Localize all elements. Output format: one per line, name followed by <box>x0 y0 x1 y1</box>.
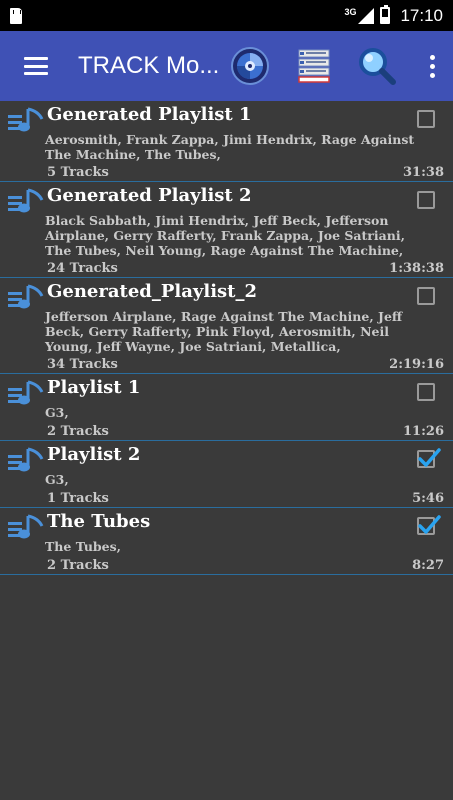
sd-card-icon <box>10 7 22 24</box>
playlist-row-playlist-2[interactable]: Playlist 2 G3, 1 Tracks 5:46 <box>0 441 453 508</box>
playlist-music-icon <box>8 107 44 132</box>
playlist-title: Playlist 1 <box>47 377 141 398</box>
more-vert-icon[interactable] <box>424 54 441 78</box>
network-type: 3G <box>344 6 357 17</box>
playlist-checkbox[interactable] <box>417 110 435 128</box>
playlist-track-count: 2 Tracks <box>47 424 109 439</box>
playlist-title: Generated Playlist 1 <box>47 104 252 125</box>
playlist-track-count: 2 Tracks <box>47 558 109 573</box>
battery-icon <box>380 5 391 24</box>
playlist-row-generated-playlist-2[interactable]: Generated Playlist 2 Black Sabbath, Jimi… <box>0 182 453 278</box>
playlist-track-count: 24 Tracks <box>47 261 118 276</box>
playlist-row-generated-playlist-2b[interactable]: Generated_Playlist_2 Jefferson Airplane,… <box>0 278 453 374</box>
status-clock: 17:10 <box>400 5 443 25</box>
playlist-icon[interactable] <box>297 48 331 84</box>
playlist-duration: 31:38 <box>403 165 444 180</box>
app-title: TRACK Mo... <box>78 52 220 79</box>
playlist-row-the-tubes[interactable]: The Tubes The Tubes, 2 Tracks 8:27 <box>0 508 453 575</box>
playlist-list: Generated Playlist 1 Aerosmith, Frank Za… <box>0 101 453 575</box>
playlist-artists: Black Sabbath, Jimi Hendrix, Jeff Beck, … <box>45 213 405 258</box>
playlist-row-playlist-1[interactable]: Playlist 1 G3, 2 Tracks 11:26 <box>0 374 453 441</box>
status-bar: 3G 17:10 <box>0 0 453 31</box>
playlist-track-count: 5 Tracks <box>47 165 109 180</box>
playlist-duration: 11:26 <box>403 424 444 439</box>
app-bar: TRACK Mo... <box>0 31 453 101</box>
playlist-title: The Tubes <box>47 511 151 532</box>
search-icon[interactable] <box>357 46 397 86</box>
disc-icon[interactable] <box>230 46 270 86</box>
playlist-music-icon <box>8 514 44 539</box>
playlist-row-generated-playlist-1[interactable]: Generated Playlist 1 Aerosmith, Frank Za… <box>0 101 453 182</box>
playlist-duration: 2:19:16 <box>389 357 444 372</box>
checkmark-icon <box>418 448 441 467</box>
playlist-artists: The Tubes, <box>45 539 122 554</box>
playlist-artists: G3, <box>45 472 69 487</box>
signal-icon <box>358 7 375 24</box>
playlist-title: Generated Playlist 2 <box>47 185 252 206</box>
playlist-title: Generated_Playlist_2 <box>47 281 258 302</box>
playlist-track-count: 1 Tracks <box>47 491 109 506</box>
playlist-artists: G3, <box>45 405 69 420</box>
playlist-artists: Jefferson Airplane, Rage Against The Mac… <box>45 309 403 354</box>
playlist-duration: 1:38:38 <box>389 261 444 276</box>
playlist-artists: Aerosmith, Frank Zappa, Jimi Hendrix, Ra… <box>45 132 415 162</box>
playlist-title: Playlist 2 <box>47 444 141 465</box>
playlist-checkbox[interactable] <box>417 448 441 468</box>
playlist-checkbox[interactable] <box>417 191 435 209</box>
playlist-duration: 5:46 <box>412 491 444 506</box>
playlist-checkbox[interactable] <box>417 383 435 401</box>
playlist-music-icon <box>8 447 44 472</box>
playlist-duration: 8:27 <box>412 558 444 573</box>
playlist-music-icon <box>8 188 44 213</box>
checkmark-icon <box>418 515 441 534</box>
playlist-track-count: 34 Tracks <box>47 357 118 372</box>
playlist-music-icon <box>8 380 44 405</box>
playlist-checkbox[interactable] <box>417 515 441 535</box>
playlist-checkbox[interactable] <box>417 287 435 305</box>
playlist-music-icon <box>8 284 44 309</box>
hamburger-menu-icon[interactable] <box>24 57 48 75</box>
